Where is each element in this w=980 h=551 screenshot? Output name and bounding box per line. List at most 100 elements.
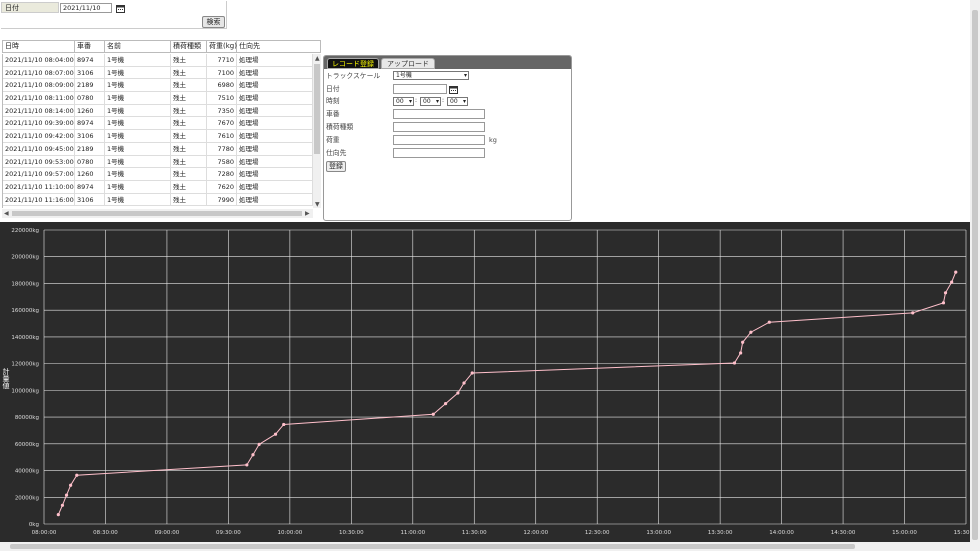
- column-header[interactable]: 積荷種類: [171, 41, 207, 52]
- data-point: [767, 320, 771, 324]
- scale-select-value: 1号機: [396, 72, 412, 79]
- scale-select[interactable]: 1号機 ▾: [393, 71, 469, 80]
- y-tick-label: 120000kg: [11, 362, 39, 368]
- column-header[interactable]: 名前: [105, 41, 171, 52]
- scroll-down-icon[interactable]: ▼: [315, 202, 320, 208]
- column-header[interactable]: 車番: [75, 41, 105, 52]
- table-cell: 処理場: [237, 54, 313, 66]
- load-input[interactable]: [393, 135, 485, 145]
- table-row[interactable]: 2021/11/10 08:04:00 8974 1号機 残土 7710 処理場: [3, 54, 314, 67]
- table-cell: 0780: [75, 155, 105, 168]
- column-header[interactable]: 荷重(kg): [207, 41, 237, 52]
- table-cell: 2021/11/10 08:14:00: [5, 104, 75, 117]
- y-tick-label: 80000kg: [15, 415, 39, 421]
- data-point: [941, 301, 946, 305]
- table-cell: 7580: [207, 155, 237, 168]
- x-tick-label: 10:00:00: [278, 530, 303, 536]
- table-row[interactable]: 2021/11/10 11:16:00 3106 1号機 残土 7990 処理場: [3, 193, 314, 207]
- y-axis-label: 計量値: [2, 367, 10, 390]
- table-row[interactable]: 2021/11/10 09:39:00 8974 1号機 残土 7670 処理場: [3, 117, 314, 131]
- table-row[interactable]: 2021/11/10 09:45:00 2189 1号機 残土 7780 処理場: [3, 142, 314, 156]
- x-tick-label: 11:30:00: [462, 530, 487, 536]
- data-point: [443, 401, 448, 406]
- table-cell: 1号機: [105, 155, 171, 168]
- minute-value: 00: [423, 98, 431, 105]
- search-button[interactable]: 検索: [202, 16, 225, 28]
- table-row[interactable]: 2021/11/10 08:14:00 1260 1号機 残土 7350 処理場: [3, 104, 314, 118]
- scroll-right-icon[interactable]: ▶: [305, 211, 310, 217]
- car-number-input[interactable]: [393, 109, 485, 119]
- table-cell: 1号機: [105, 54, 171, 66]
- x-tick-label: 10:30:00: [339, 530, 364, 536]
- register-button[interactable]: 登録: [326, 161, 346, 172]
- x-tick-label: 08:00:00: [32, 530, 57, 536]
- data-point: [911, 311, 915, 315]
- table-cell: 処理場: [237, 130, 313, 143]
- calendar-icon[interactable]: [449, 85, 458, 94]
- form-date-input[interactable]: [393, 84, 447, 94]
- table-cell: 残土: [171, 92, 207, 105]
- destination-input[interactable]: [393, 148, 485, 158]
- table-cell: 残土: [171, 66, 207, 79]
- table-cell: 処理場: [237, 193, 313, 206]
- table-cell: 1号機: [105, 117, 171, 130]
- time-label: 時刻: [326, 97, 340, 105]
- chart-svg: 0kg 20000kg 40000kg 60000kg 80000kg 100000kg 1…: [2, 228, 979, 536]
- table-cell: 残土: [171, 117, 207, 130]
- table-cell: 1260: [75, 104, 105, 117]
- y-tick-label: 220000kg: [11, 228, 39, 234]
- hour-select[interactable]: 00 ▾: [393, 97, 414, 106]
- page-horizontal-scroll-thumb[interactable]: [10, 544, 855, 549]
- table-cell: 8974: [75, 117, 105, 130]
- data-point: [56, 513, 60, 517]
- table-cell: 処理場: [237, 168, 313, 181]
- table-row[interactable]: 2021/11/10 08:07:00 3106 1号機 残土 7100 処理場: [3, 66, 314, 80]
- calendar-icon[interactable]: [116, 4, 125, 13]
- data-point: [739, 351, 743, 355]
- table-cell: 2189: [75, 142, 105, 155]
- table-cell: 残土: [171, 155, 207, 168]
- table-cell: 1260: [75, 168, 105, 181]
- table-cell: 7990: [207, 193, 237, 206]
- hour-value: 00: [396, 98, 404, 105]
- y-tick-label: 160000kg: [11, 308, 39, 314]
- date-input[interactable]: 2021/11/10: [60, 3, 112, 13]
- data-point: [69, 483, 73, 487]
- time-separator: :: [415, 97, 418, 104]
- table-cell: 7350: [207, 104, 237, 117]
- tab-record-register[interactable]: レコード登録: [327, 58, 379, 69]
- table-cell: 処理場: [237, 155, 313, 168]
- table-cell: 2189: [75, 79, 105, 92]
- data-point: [273, 432, 278, 436]
- tab-upload[interactable]: アップロード: [381, 58, 435, 69]
- scroll-up-icon[interactable]: ▲: [315, 56, 320, 62]
- table-cell: 残土: [171, 54, 207, 66]
- x-tick-label: 13:30:00: [708, 530, 733, 536]
- table-cell: 1号機: [105, 79, 171, 92]
- cargo-type-input[interactable]: [393, 122, 485, 132]
- table-row[interactable]: 2021/11/10 09:53:00 0780 1号機 残土 7580 処理場: [3, 155, 314, 169]
- table-cell: 1号機: [105, 168, 171, 181]
- data-point: [64, 493, 69, 497]
- table-row[interactable]: 2021/11/10 08:11:00 0780 1号機 残土 7510 処理場: [3, 92, 314, 105]
- page-vertical-scroll-thumb[interactable]: [972, 10, 978, 540]
- data-point: [470, 371, 474, 375]
- table-row[interactable]: 2021/11/10 09:42:00 3106 1号機 残土 7610 処理場: [3, 130, 314, 143]
- table-cell: 2021/11/10 09:53:00: [5, 155, 75, 168]
- table-row[interactable]: 2021/11/10 11:10:00 8974 1号機 残土 7620 処理場: [3, 180, 314, 194]
- table-cell: 1号機: [105, 104, 171, 117]
- scroll-left-icon[interactable]: ◀: [4, 211, 9, 217]
- table-row[interactable]: 2021/11/10 09:57:00 1260 1号機 残土 7280 処理場: [3, 168, 314, 181]
- column-header[interactable]: 仕向先: [237, 41, 321, 52]
- table-cell: 2021/11/10 11:16:00: [5, 193, 75, 206]
- table-cell: 1号機: [105, 66, 171, 79]
- column-header[interactable]: 日時: [3, 41, 75, 52]
- table-cell: 1号機: [105, 92, 171, 105]
- table-horizontal-scroll-thumb[interactable]: [12, 211, 302, 216]
- minute-select[interactable]: 00 ▾: [420, 97, 441, 106]
- table-row[interactable]: 2021/11/10 08:09:00 2189 1号機 残土 6980 処理場: [3, 79, 314, 93]
- table-cell: 2021/11/10 08:09:00: [5, 79, 75, 92]
- table-vertical-scroll-thumb[interactable]: [314, 64, 320, 154]
- second-select[interactable]: 00 ▾: [447, 97, 468, 106]
- table-cell: 1号機: [105, 142, 171, 155]
